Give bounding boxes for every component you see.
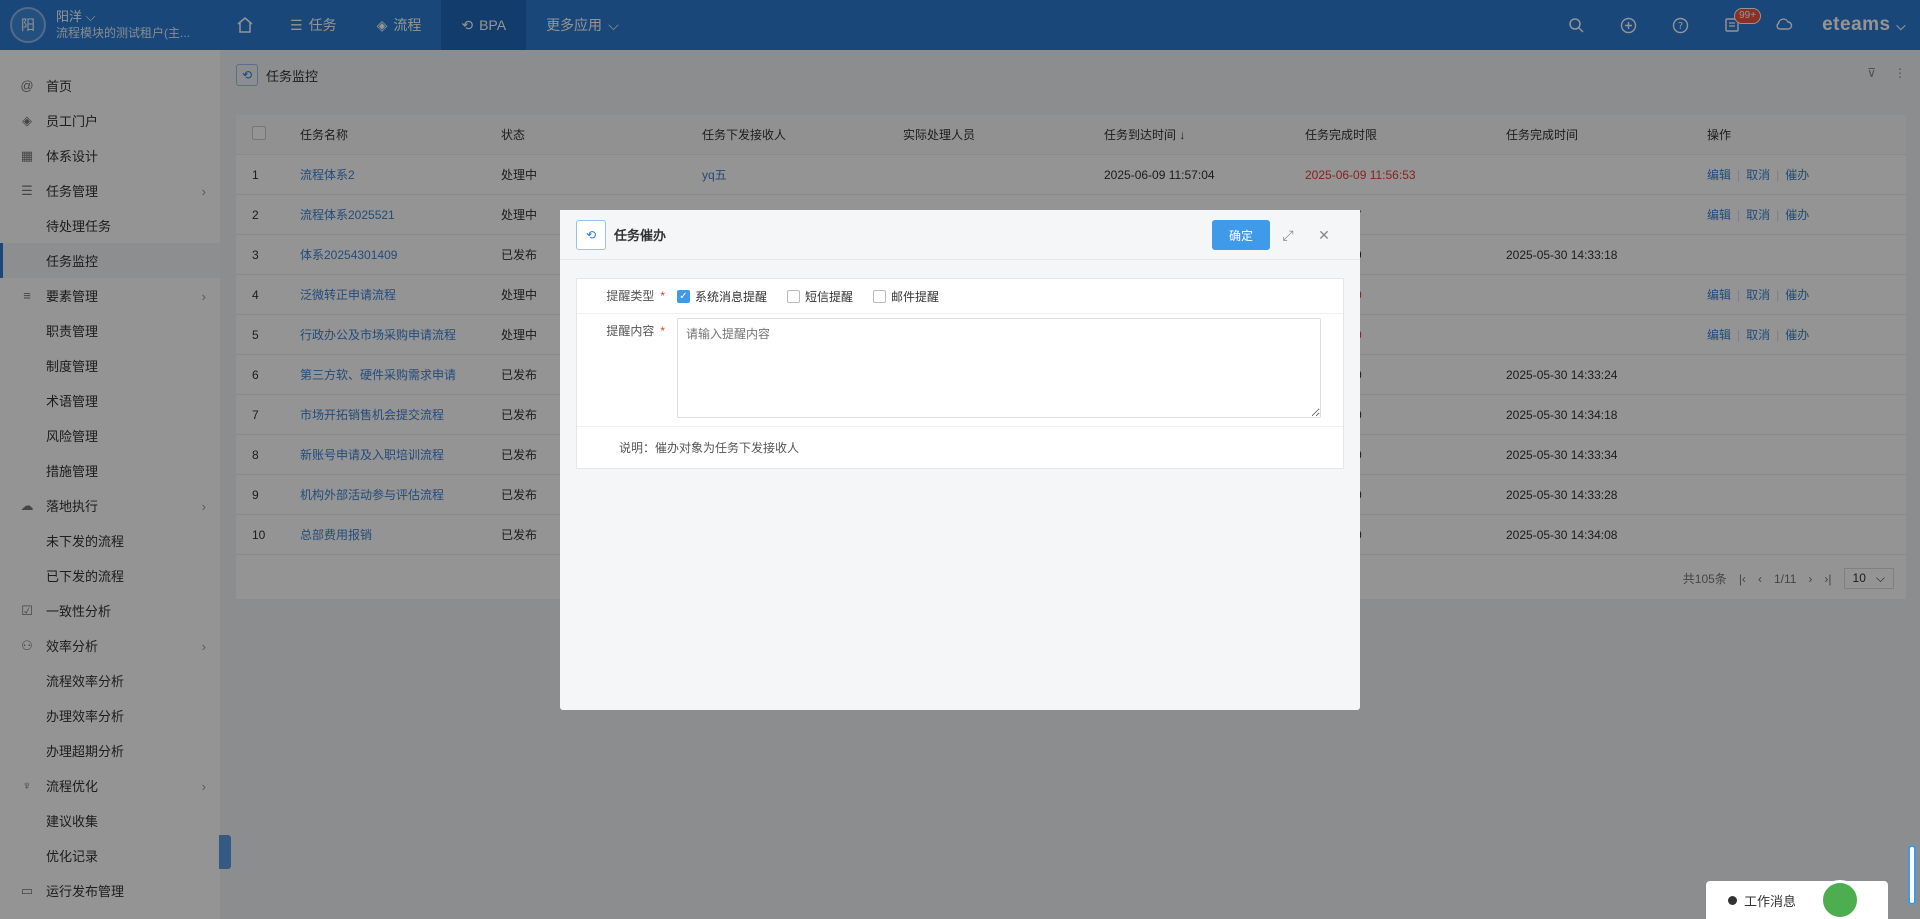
sms-checkbox[interactable]: 短信提醒 — [787, 288, 853, 305]
dialog-header: ⟲ 任务催办 确定 ⤢ ✕ — [560, 210, 1360, 260]
checkbox-box — [787, 289, 801, 303]
message-icon — [1728, 896, 1737, 905]
work-message-widget[interactable]: 工作消息 — [1706, 881, 1888, 919]
side-scroll-handle[interactable] — [1908, 845, 1916, 905]
email-checkbox[interactable]: 邮件提醒 — [873, 288, 939, 305]
system-message-checkbox[interactable]: ✓ 系统消息提醒 — [677, 288, 767, 305]
option-label: 短信提醒 — [805, 289, 854, 304]
reminder-type-options: ✓ 系统消息提醒 短信提醒 邮件提醒 — [677, 287, 939, 305]
required-mark: * — [660, 324, 665, 338]
expand-icon[interactable]: ⤢ — [1270, 220, 1306, 250]
dialog-title: 任务催办 — [614, 228, 667, 243]
reminder-type-row: 提醒类型 * ✓ 系统消息提醒 短信提醒 邮件提醒 — [577, 279, 1343, 314]
reminder-dialog: ⟲ 任务催办 确定 ⤢ ✕ 提醒类型 * ✓ 系统消息提醒 短信提醒 邮件提醒 提醒… — [560, 210, 1360, 710]
reminder-type-label: 提醒类型 — [606, 289, 655, 303]
reminder-content-row: 提醒内容 * — [577, 314, 1343, 427]
option-label: 系统消息提醒 — [695, 289, 768, 304]
close-icon[interactable]: ✕ — [1306, 220, 1342, 250]
work-message-label: 工作消息 — [1744, 893, 1797, 909]
dialog-actions: 确定 ⤢ ✕ — [1212, 220, 1342, 250]
check-icon: ✓ — [677, 289, 690, 303]
reminder-content-label: 提醒内容 — [606, 324, 655, 338]
confirm-button[interactable]: 确定 — [1212, 220, 1270, 250]
required-mark: * — [660, 289, 665, 303]
checkbox-box — [873, 289, 887, 303]
reminder-content-input[interactable] — [677, 318, 1321, 418]
field-label: 提醒内容 * — [577, 318, 677, 418]
dialog-note: 说明：催办对象为任务下发接收人 — [619, 441, 800, 455]
option-label: 邮件提醒 — [891, 289, 940, 304]
field-label: 提醒类型 * — [577, 287, 677, 305]
assistant-icon[interactable] — [1820, 880, 1860, 919]
bpa-icon: ⟲ — [576, 219, 606, 250]
dialog-form: 提醒类型 * ✓ 系统消息提醒 短信提醒 邮件提醒 提醒内容 * 说明：催办对象为任务… — [576, 278, 1344, 469]
